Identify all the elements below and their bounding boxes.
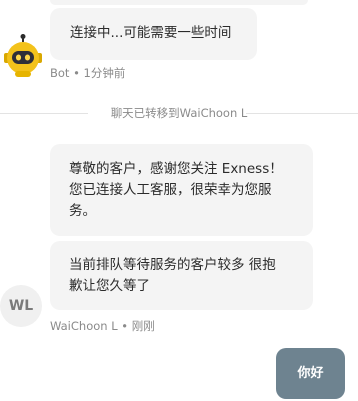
user-message-bubble: 你好 (276, 348, 345, 399)
agent-message-bubble: 尊敬的客户，感谢您关注 Exness！ 您已连接人工客服，很荣幸为您服 务。 (50, 144, 313, 236)
agent-message-meta: WaiChoon L • 刚刚 (50, 319, 155, 333)
agent-message-line: 歉让您久等了 (69, 278, 150, 294)
bot-message-text: 连接中...可能需要一些时间 (70, 25, 232, 41)
agent-message-line: 您已连接人工客服，很荣幸为您服 (69, 182, 272, 198)
previous-message-bubble-edge (50, 0, 308, 5)
bot-avatar-icon (4, 34, 42, 77)
bot-message-bubble: 连接中...可能需要一些时间 (50, 8, 257, 60)
bot-message-meta: Bot • 1分钟前 (50, 66, 126, 80)
agent-avatar: WL (0, 285, 42, 327)
chat-transfer-text: 聊天已转移到WaiChoon L (110, 106, 248, 120)
agent-message-line: 当前排队等待服务的客户较多 很抱 (69, 257, 276, 273)
agent-message-bubble: 当前排队等待服务的客户较多 很抱 歉让您久等了 (50, 241, 313, 310)
agent-message-line: 尊敬的客户，感谢您关注 Exness！ (69, 161, 283, 177)
agent-message-line: 务。 (69, 203, 96, 219)
chat-transfer-notice: 聊天已转移到WaiChoon L (0, 104, 358, 122)
